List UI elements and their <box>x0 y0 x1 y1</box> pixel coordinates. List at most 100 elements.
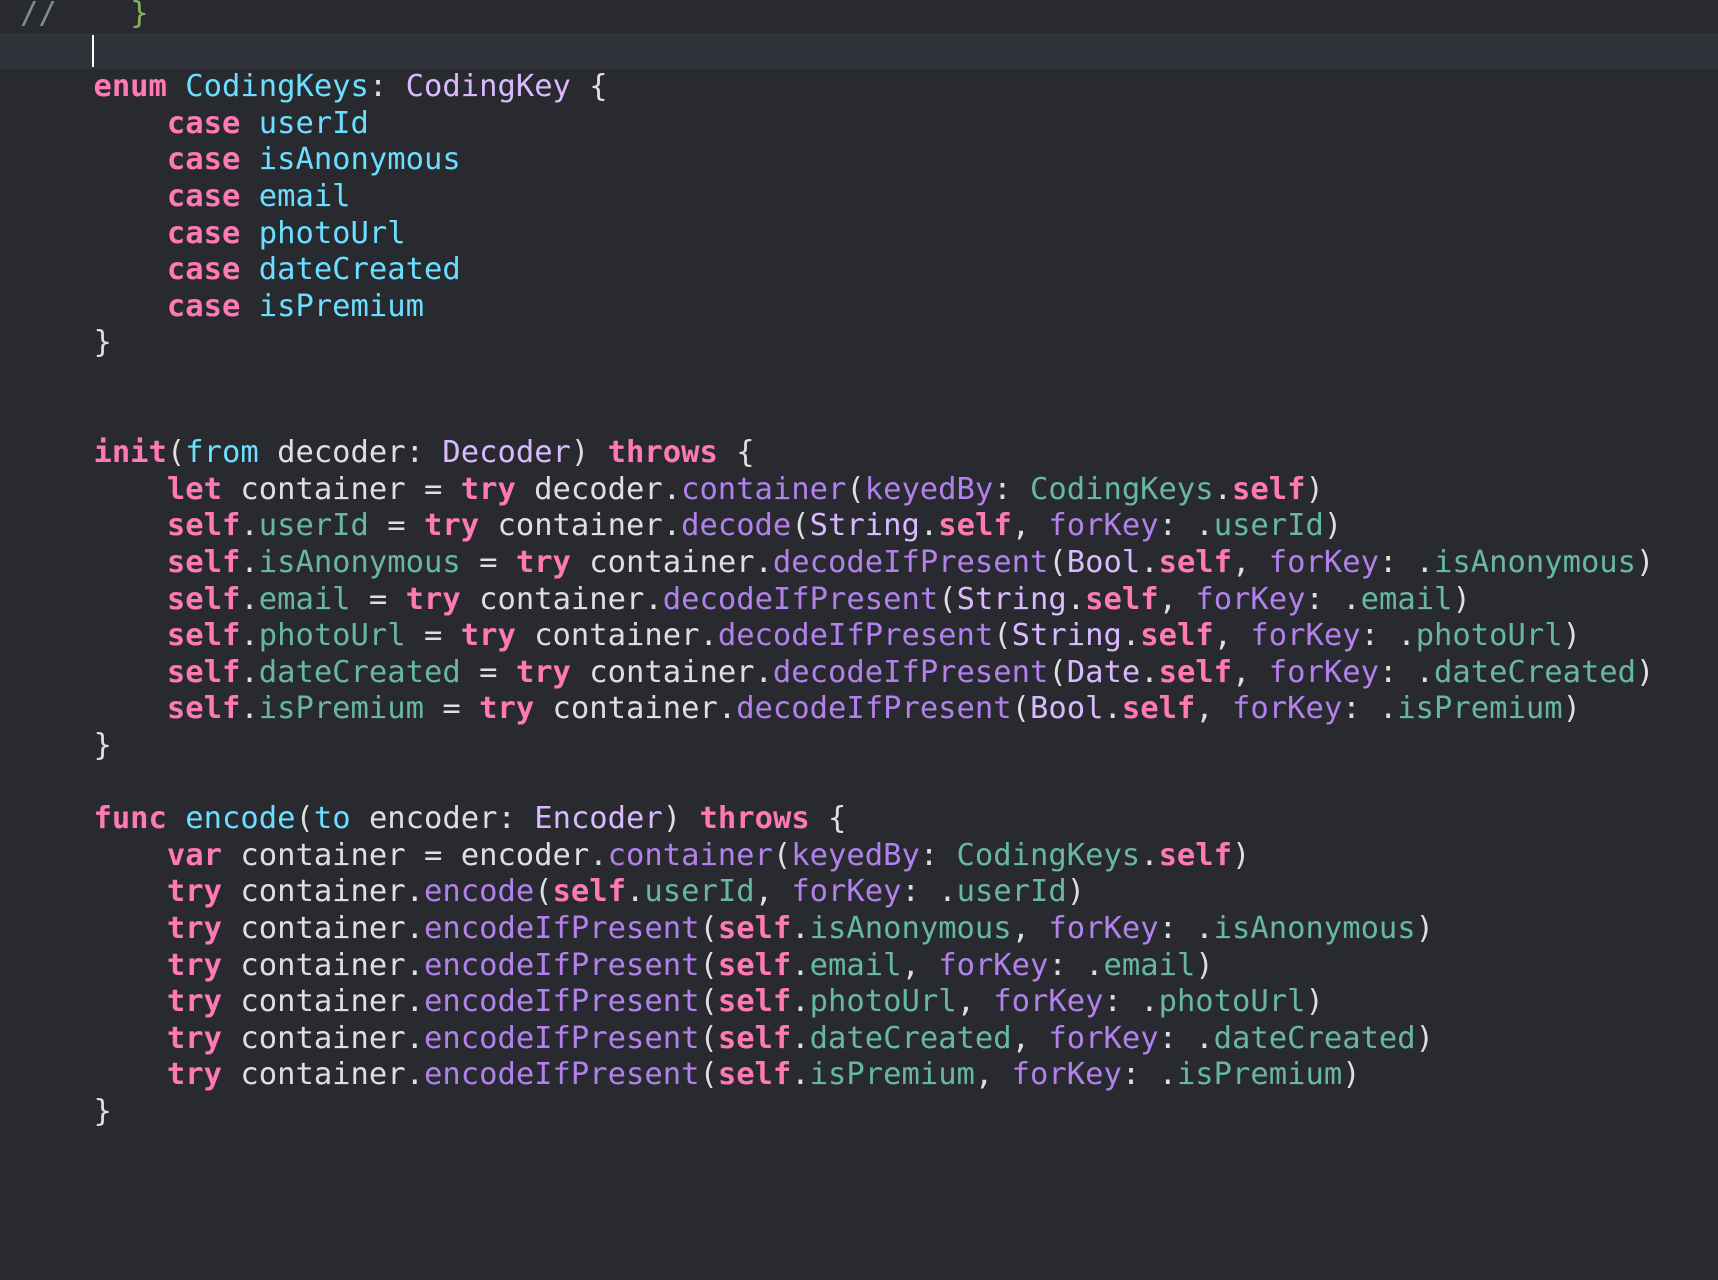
code-line[interactable]: } <box>0 728 1718 765</box>
code-token: isPremium <box>1397 691 1563 727</box>
code-line[interactable]: try container.encodeIfPresent(self.photo… <box>0 984 1718 1021</box>
code-token: try <box>424 508 480 544</box>
code-token: encode <box>424 874 535 910</box>
code-token: self <box>552 874 627 910</box>
code-token: isPremium <box>258 288 424 324</box>
code-line[interactable] <box>0 32 1718 70</box>
code-line[interactable]: try container.encodeIfPresent(self.isAno… <box>0 911 1718 948</box>
code-token: ) <box>1415 1020 1435 1056</box>
code-token: Decoder <box>442 435 571 471</box>
code-token: . <box>1140 654 1159 690</box>
code-token: self <box>166 581 241 617</box>
code-token: to <box>313 801 351 837</box>
code-line[interactable]: case isPremium <box>0 289 1718 326</box>
code-token: ) <box>1562 691 1581 727</box>
code-token: ( <box>791 508 810 544</box>
code-line[interactable]: self.email = try container.decodeIfPrese… <box>0 582 1718 619</box>
code-token: . <box>1140 545 1159 580</box>
code-line[interactable]: self.photoUrl = try container.decodeIfPr… <box>0 618 1718 655</box>
code-line[interactable]: } <box>0 325 1718 362</box>
code-token: } <box>20 728 112 763</box>
code-token: self <box>717 947 792 983</box>
code-token: isPremium <box>1176 1057 1343 1093</box>
code-token: userId <box>644 874 755 910</box>
code-token: = <box>460 654 516 690</box>
code-token: : . <box>1305 581 1361 617</box>
code-line[interactable] <box>0 362 1718 399</box>
code-line[interactable]: case photoUrl <box>0 216 1718 253</box>
code-token: dateCreated <box>258 654 461 690</box>
code-token: var <box>166 837 222 873</box>
code-line[interactable]: func encode(to encoder: Encoder) throws … <box>0 801 1718 838</box>
code-token: . <box>1103 691 1122 727</box>
code-token: . <box>240 654 259 690</box>
code-token: container. <box>222 1020 424 1056</box>
code-line[interactable]: let container = try decoder.container(ke… <box>0 472 1718 509</box>
code-token: isAnonymous <box>1434 545 1637 580</box>
code-token: ( <box>699 1057 718 1093</box>
code-token: from <box>185 435 259 471</box>
code-line[interactable]: enum CodingKeys: CodingKey { <box>0 69 1718 106</box>
code-line[interactable]: self.isAnonymous = try container.decodeI… <box>0 545 1718 582</box>
code-line[interactable]: case userId <box>0 106 1718 143</box>
code-line[interactable] <box>0 765 1718 802</box>
code-token: ( <box>295 801 314 837</box>
code-token: self <box>1085 581 1159 617</box>
code-token: . <box>791 1020 810 1056</box>
code-token: photoUrl <box>1158 984 1306 1020</box>
code-line[interactable]: case dateCreated <box>0 252 1718 289</box>
code-token: ) <box>1305 471 1324 507</box>
code-token: ) <box>1636 654 1655 690</box>
code-token: , <box>1011 911 1049 946</box>
code-line[interactable]: try container.encodeIfPresent(self.email… <box>0 948 1718 985</box>
code-token: . <box>240 508 259 544</box>
code-token: self <box>166 545 241 580</box>
code-token: : . <box>1103 984 1159 1020</box>
code-token: ) <box>1323 508 1343 544</box>
code-token: encoder: <box>350 801 535 837</box>
code-token: , <box>1232 654 1269 690</box>
code-token: try <box>515 654 571 690</box>
code-token: isPremium <box>809 1057 975 1093</box>
code-token: container <box>607 837 773 873</box>
code-token: email <box>1103 947 1196 983</box>
code-token: . <box>626 874 645 910</box>
code-token: decoder: <box>258 435 443 471</box>
code-token: email <box>809 947 902 983</box>
code-token: = <box>460 545 516 580</box>
code-token: self <box>1158 837 1233 873</box>
code-token: dateCreated <box>1434 654 1637 690</box>
code-token: . <box>240 691 259 727</box>
code-token: try <box>405 581 461 617</box>
code-line[interactable]: init(from decoder: Decoder) throws { <box>0 435 1718 472</box>
code-token: self <box>166 618 241 654</box>
code-token: enum <box>93 69 167 105</box>
code-editor[interactable]: // } enum CodingKeys: CodingKey { case u… <box>0 0 1718 1280</box>
code-line[interactable]: try container.encodeIfPresent(self.dateC… <box>0 1021 1718 1058</box>
code-line[interactable]: try container.encode(self.userId, forKey… <box>0 874 1718 911</box>
code-line[interactable]: self.isPremium = try container.decodeIfP… <box>0 691 1718 728</box>
code-token: try <box>460 471 516 507</box>
code-token: container. <box>222 1057 424 1093</box>
code-line[interactable]: self.userId = try container.decode(Strin… <box>0 508 1718 545</box>
code-line[interactable]: var container = encoder.container(keyedB… <box>0 838 1718 875</box>
code-token: container. <box>570 545 773 580</box>
code-token: self <box>1140 618 1214 654</box>
code-line[interactable]: // } <box>0 0 1718 33</box>
code-line[interactable]: try container.encodeIfPresent(self.isPre… <box>0 1057 1718 1094</box>
code-line[interactable]: } <box>0 1094 1718 1131</box>
code-line[interactable]: case isAnonymous <box>0 142 1718 179</box>
code-line[interactable] <box>0 399 1718 436</box>
code-line[interactable]: case email <box>0 179 1718 216</box>
code-token: decodeIfPresent <box>772 654 1049 690</box>
code-line[interactable]: self.dateCreated = try container.decodeI… <box>0 655 1718 692</box>
